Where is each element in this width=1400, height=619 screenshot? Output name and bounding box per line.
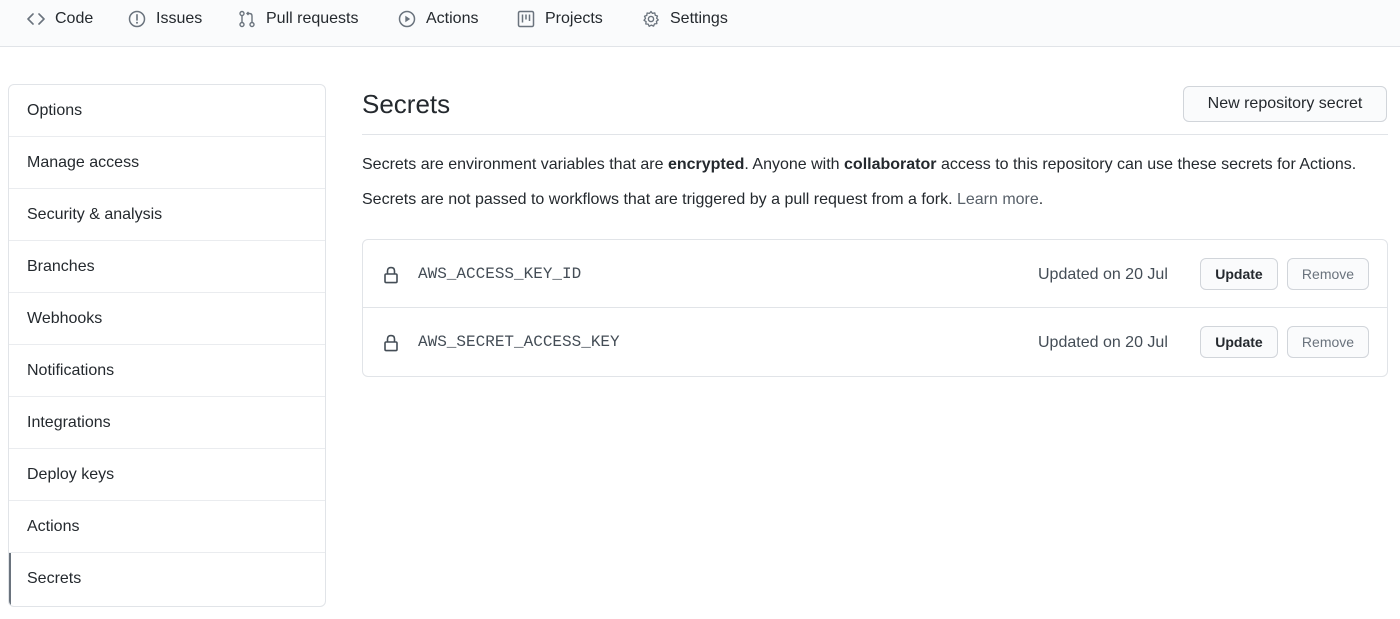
pull-request-icon: [237, 9, 257, 29]
issue-icon: [127, 9, 147, 29]
nav-tab-label: Actions: [426, 10, 479, 27]
nav-tab-label: Pull requests: [266, 10, 359, 27]
lock-icon: [383, 334, 399, 352]
sidebar-item-integrations[interactable]: Integrations: [9, 397, 325, 449]
nav-tab-label: Issues: [156, 10, 203, 27]
update-secret-button[interactable]: Update: [1200, 258, 1278, 290]
sidebar-item-branches[interactable]: Branches: [9, 241, 325, 293]
sidebar-item-label: Options: [27, 101, 83, 119]
sidebar-item-label: Branches: [27, 257, 95, 275]
fork-notice: Secrets are not passed to workflows that…: [362, 191, 1043, 209]
secret-updated-date: Updated on 20 Jul: [1038, 266, 1168, 283]
sidebar-item-manage-access[interactable]: Manage access: [9, 137, 325, 189]
fork-notice-text: Secrets are not passed to workflows that…: [362, 191, 957, 208]
sidebar-item-actions[interactable]: Actions: [9, 501, 325, 553]
sidebar-item-label: Deploy keys: [27, 465, 115, 483]
sidebar-item-label: Integrations: [27, 413, 111, 431]
settings-sidebar: Options Manage access Security & analysi…: [8, 84, 326, 607]
sidebar-item-label: Notifications: [27, 361, 115, 379]
new-repository-secret-button[interactable]: New repository secret: [1183, 86, 1387, 122]
nav-tab-label: Projects: [545, 10, 603, 27]
repo-nav: Code Issues Pull requests Actions Projec…: [0, 0, 1400, 47]
sidebar-item-secrets[interactable]: Secrets: [9, 553, 325, 605]
lock-icon: [383, 266, 399, 284]
secrets-description: Secrets are environment variables that a…: [362, 156, 1356, 174]
gear-icon: [641, 9, 661, 29]
secrets-list: AWS_ACCESS_KEY_ID Updated on 20 Jul Upda…: [362, 239, 1388, 377]
nav-tab-code[interactable]: Code: [26, 0, 93, 38]
nav-tab-settings[interactable]: Settings: [641, 0, 728, 38]
remove-secret-button[interactable]: Remove: [1287, 326, 1369, 358]
secret-name: AWS_ACCESS_KEY_ID: [418, 265, 582, 283]
description-text: . Anyone with: [744, 156, 845, 173]
sidebar-item-label: Actions: [27, 517, 80, 535]
nav-tab-actions[interactable]: Actions: [397, 0, 478, 38]
sidebar-item-notifications[interactable]: Notifications: [9, 345, 325, 397]
title-divider: [362, 134, 1388, 135]
sidebar-item-webhooks[interactable]: Webhooks: [9, 293, 325, 345]
description-text: Secrets are environment variables that a…: [362, 156, 668, 173]
secret-row: AWS_ACCESS_KEY_ID Updated on 20 Jul Upda…: [363, 240, 1387, 308]
sidebar-item-label: Secrets: [27, 570, 82, 587]
page-title: Secrets: [362, 89, 451, 119]
sidebar-item-security-analysis[interactable]: Security & analysis: [9, 189, 325, 241]
sidebar-item-label: Security & analysis: [27, 205, 163, 223]
project-icon: [516, 9, 536, 29]
nav-tab-label: Settings: [670, 10, 728, 27]
nav-tab-issues[interactable]: Issues: [127, 0, 202, 38]
nav-tab-label: Code: [55, 10, 94, 27]
nav-tab-pull-requests[interactable]: Pull requests: [237, 0, 359, 38]
play-icon: [397, 9, 417, 29]
description-text: access to this repository can use these …: [936, 156, 1357, 173]
sidebar-item-options[interactable]: Options: [9, 85, 325, 137]
secret-updated-date: Updated on 20 Jul: [1038, 334, 1168, 351]
nav-tab-projects[interactable]: Projects: [516, 0, 603, 38]
code-icon: [26, 9, 46, 29]
remove-secret-button[interactable]: Remove: [1287, 258, 1369, 290]
secret-name: AWS_SECRET_ACCESS_KEY: [418, 333, 620, 351]
description-bold-collaborator: collaborator: [844, 156, 937, 173]
secret-row: AWS_SECRET_ACCESS_KEY Updated on 20 Jul …: [363, 308, 1387, 376]
sidebar-item-deploy-keys[interactable]: Deploy keys: [9, 449, 325, 501]
description-bold-encrypted: encrypted: [667, 156, 745, 173]
update-secret-button[interactable]: Update: [1200, 326, 1278, 358]
learn-more-link[interactable]: Learn more: [957, 191, 1039, 208]
sidebar-item-label: Webhooks: [27, 309, 103, 327]
fork-notice-end: .: [1038, 191, 1044, 208]
sidebar-item-label: Manage access: [27, 153, 140, 171]
